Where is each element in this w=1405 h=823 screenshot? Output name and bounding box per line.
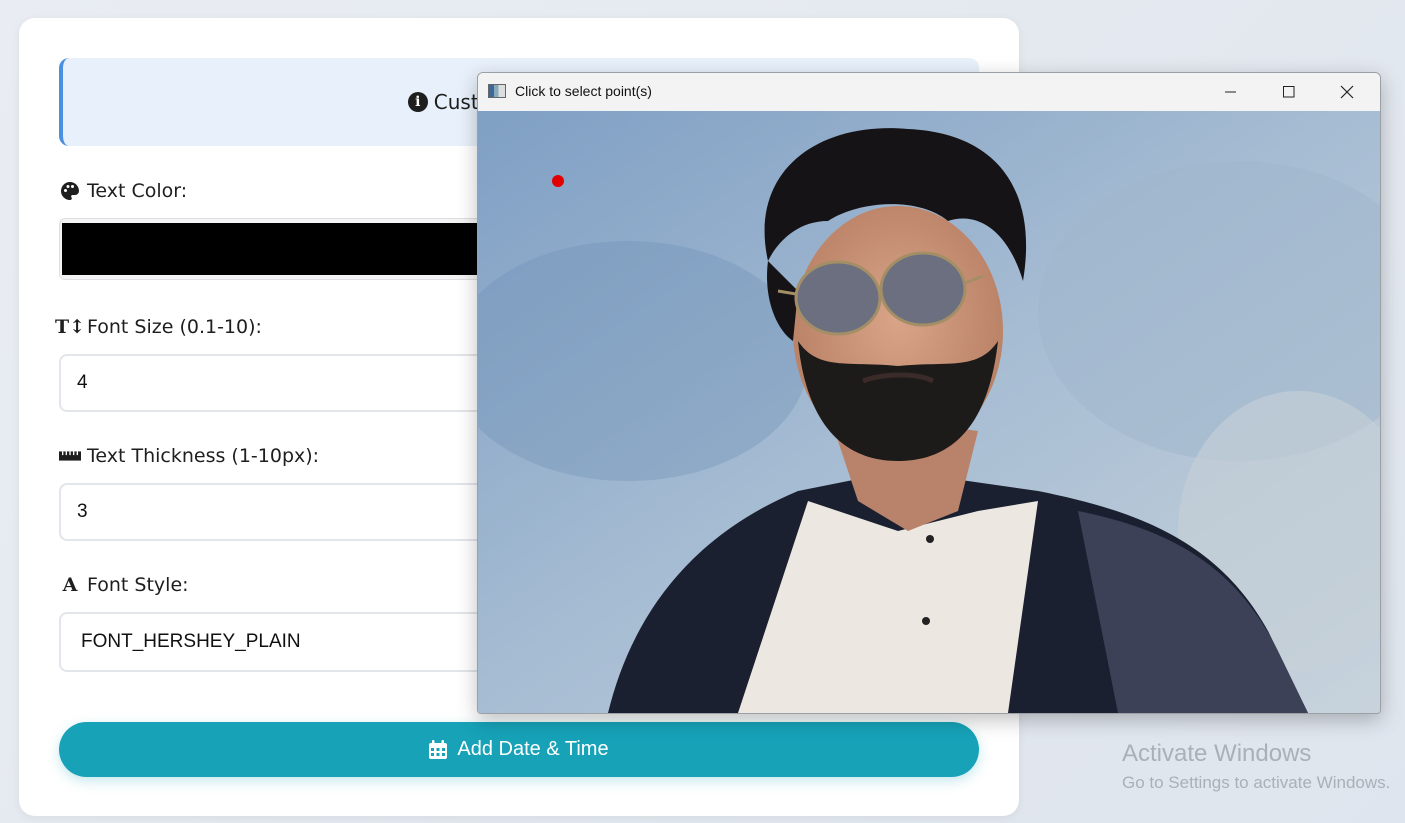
info-icon: i (407, 92, 428, 112)
close-icon (1340, 85, 1354, 99)
text-height-icon: T↕ (54, 316, 86, 338)
font-size-label: T↕ Font Size (0.1-10): (54, 316, 262, 338)
point-selection-window[interactable]: Click to select point(s) (477, 72, 1381, 714)
font-style-label: A Font Style: (59, 574, 189, 596)
font-icon: A (62, 574, 78, 596)
activate-windows-subtitle: Go to Settings to activate Windows. (1122, 773, 1391, 792)
add-date-time-label: Add Date & Time (457, 738, 609, 760)
selected-point-marker (552, 175, 564, 187)
close-button[interactable] (1318, 73, 1376, 111)
portrait-image-canvas[interactable] (478, 111, 1380, 713)
thickness-label-text: Text Thickness (1-10px): (87, 445, 320, 467)
ruler-icon (59, 449, 81, 463)
text-color-label: Text Color: (59, 180, 187, 202)
text-color-label-text: Text Color: (87, 180, 188, 202)
font-size-label-text: Font Size (0.1-10): (87, 316, 262, 338)
add-date-time-button[interactable]: Add Date & Time (59, 722, 979, 777)
minimize-icon (1225, 91, 1236, 93)
calendar-icon (429, 740, 448, 759)
portrait-photo (478, 111, 1380, 713)
app-icon (488, 84, 506, 98)
thickness-label: Text Thickness (1-10px): (59, 445, 319, 467)
font-style-label-text: Font Style: (87, 574, 189, 596)
minimize-button[interactable] (1202, 73, 1260, 111)
window-titlebar[interactable]: Click to select point(s) (478, 73, 1380, 111)
maximize-button[interactable] (1260, 73, 1318, 111)
activate-windows-title: Activate Windows (1122, 740, 1312, 767)
palette-icon (59, 181, 81, 201)
window-title: Click to select point(s) (515, 83, 652, 99)
maximize-icon (1283, 86, 1295, 98)
